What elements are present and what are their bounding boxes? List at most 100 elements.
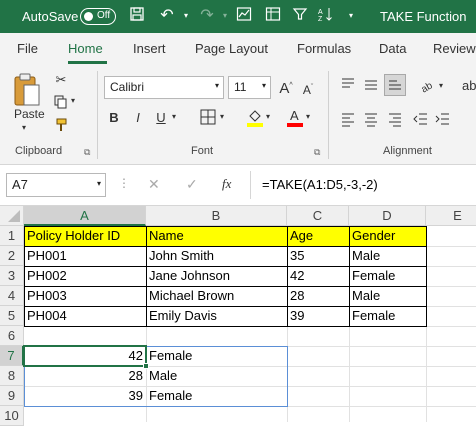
tab-review[interactable]: Review	[433, 41, 476, 56]
save-icon[interactable]	[127, 6, 147, 26]
align-left-icon[interactable]	[339, 111, 357, 132]
font-size-dropdown-icon[interactable]: ▾	[262, 81, 266, 90]
cell-d5[interactable]: Female	[349, 306, 426, 326]
column-header-d[interactable]: D	[349, 206, 426, 226]
cell-b8[interactable]: Male	[146, 366, 287, 386]
tab-insert[interactable]: Insert	[133, 41, 166, 56]
cell-a3[interactable]: PH002	[24, 266, 146, 286]
cell-b4[interactable]: Michael Brown	[146, 286, 287, 306]
cell-d4[interactable]: Male	[349, 286, 426, 306]
cell-b2[interactable]: John Smith	[146, 246, 287, 266]
name-box[interactable]: A7 ▾	[6, 173, 106, 197]
paste-dropdown-icon[interactable]: ▾	[22, 123, 26, 132]
increase-indent-icon[interactable]	[434, 111, 452, 132]
cell-c2[interactable]: 35	[287, 246, 349, 266]
cell-a9[interactable]: 39	[24, 386, 146, 406]
row-header-6[interactable]: 6	[0, 326, 24, 346]
fill-handle[interactable]	[143, 363, 149, 369]
sort-icon[interactable]: AZ	[316, 6, 336, 26]
name-box-dropdown-icon[interactable]: ▾	[97, 179, 101, 188]
font-name-dropdown-icon[interactable]: ▾	[215, 81, 219, 90]
row-header-10[interactable]: 10	[0, 406, 24, 426]
cell-b7[interactable]: Female	[146, 346, 287, 366]
cell-a1[interactable]: Policy Holder ID	[24, 226, 146, 246]
font-size-box[interactable]: 11 ▾	[228, 76, 271, 99]
cell-b3[interactable]: Jane Johnson	[146, 266, 287, 286]
row-header-3[interactable]: 3	[0, 266, 24, 286]
align-center-icon[interactable]	[362, 111, 380, 132]
row-header-8[interactable]: 8	[0, 366, 24, 386]
cell-b1[interactable]: Name	[146, 226, 287, 246]
cell-d2[interactable]: Male	[349, 246, 426, 266]
column-header-b[interactable]: B	[146, 206, 287, 226]
redo-dropdown-icon[interactable]: ▾	[215, 6, 235, 26]
increase-font-size-icon[interactable]: A^	[277, 77, 295, 98]
align-top-icon[interactable]	[339, 77, 357, 98]
undo-icon[interactable]: ↶	[157, 6, 177, 26]
borders-dropdown-icon[interactable]: ▾	[220, 112, 224, 121]
filter-icon[interactable]	[290, 6, 310, 26]
cell-c3[interactable]: 42	[287, 266, 349, 286]
column-header-a[interactable]: A	[24, 206, 146, 226]
customize-toolbar-icon[interactable]: ▾	[341, 6, 361, 26]
fill-color-dropdown-icon[interactable]: ▾	[266, 112, 270, 121]
bold-icon[interactable]: B	[107, 109, 121, 127]
tab-home[interactable]: Home	[68, 41, 103, 56]
italic-icon[interactable]: I	[131, 109, 145, 127]
chart-icon[interactable]	[234, 6, 254, 26]
cell-a8[interactable]: 28	[24, 366, 146, 386]
tab-file[interactable]: File	[17, 41, 38, 56]
cut-icon[interactable]: ✂	[52, 71, 70, 89]
row-header-7[interactable]: 7	[0, 346, 24, 366]
font-color-dropdown-icon[interactable]: ▾	[306, 112, 310, 121]
orientation-dropdown-icon[interactable]: ▾	[439, 81, 443, 90]
align-bottom-icon[interactable]	[384, 74, 406, 96]
row-header-9[interactable]: 9	[0, 386, 24, 406]
align-right-icon[interactable]	[386, 111, 404, 132]
cell-c4[interactable]: 28	[287, 286, 349, 306]
font-color-icon[interactable]: A	[286, 107, 304, 132]
cell-b5[interactable]: Emily Davis	[146, 306, 287, 326]
formula-bar-grip-icon[interactable]: ⋮	[118, 176, 130, 190]
select-all-corner[interactable]	[0, 206, 24, 226]
worksheet-grid[interactable]: A B C D E 1 2 3 4 5 6 7 8 9 10 Policy Ho…	[0, 206, 476, 426]
copy-dropdown-icon[interactable]: ▾	[71, 96, 75, 105]
undo-dropdown-icon[interactable]: ▾	[176, 6, 196, 26]
borders-icon[interactable]	[199, 109, 217, 130]
row-header-2[interactable]: 2	[0, 246, 24, 266]
formula-input[interactable]: =TAKE(A1:D5,-3,-2)	[262, 177, 378, 192]
insert-function-icon[interactable]: fx	[222, 176, 231, 192]
cell-a2[interactable]: PH001	[24, 246, 146, 266]
cell-c1[interactable]: Age	[287, 226, 349, 246]
cell-a5[interactable]: PH004	[24, 306, 146, 326]
font-launcher-icon[interactable]: ⧉	[314, 147, 320, 158]
cell-a4[interactable]: PH003	[24, 286, 146, 306]
row-header-4[interactable]: 4	[0, 286, 24, 306]
paste-icon[interactable]	[12, 71, 42, 109]
cell-d1[interactable]: Gender	[349, 226, 426, 246]
format-painter-icon[interactable]	[52, 118, 70, 137]
tab-formulas[interactable]: Formulas	[297, 41, 351, 56]
paste-label[interactable]: Paste	[14, 107, 45, 121]
column-header-c[interactable]: C	[287, 206, 349, 226]
decrease-indent-icon[interactable]	[412, 111, 430, 132]
row-header-5[interactable]: 5	[0, 306, 24, 326]
copy-icon[interactable]	[52, 95, 70, 114]
orientation-icon[interactable]: ab	[418, 77, 436, 98]
tab-data[interactable]: Data	[379, 41, 406, 56]
cell-d3[interactable]: Female	[349, 266, 426, 286]
underline-dropdown-icon[interactable]: ▾	[172, 112, 176, 121]
wrap-text-icon[interactable]: ab	[462, 77, 476, 95]
underline-icon[interactable]: U	[154, 109, 168, 127]
row-header-1[interactable]: 1	[0, 226, 24, 246]
enter-icon[interactable]: ✓	[186, 176, 198, 193]
font-name-box[interactable]: Calibri ▾	[104, 76, 224, 99]
cell-b9[interactable]: Female	[146, 386, 287, 406]
cell-c5[interactable]: 39	[287, 306, 349, 326]
decrease-font-size-icon[interactable]: Aˇ	[299, 79, 317, 99]
pivot-icon[interactable]	[263, 6, 283, 26]
column-header-e[interactable]: E	[426, 206, 476, 226]
align-middle-icon[interactable]	[362, 77, 380, 98]
clipboard-launcher-icon[interactable]: ⧉	[84, 147, 90, 158]
redo-icon[interactable]: ↷	[197, 6, 217, 26]
